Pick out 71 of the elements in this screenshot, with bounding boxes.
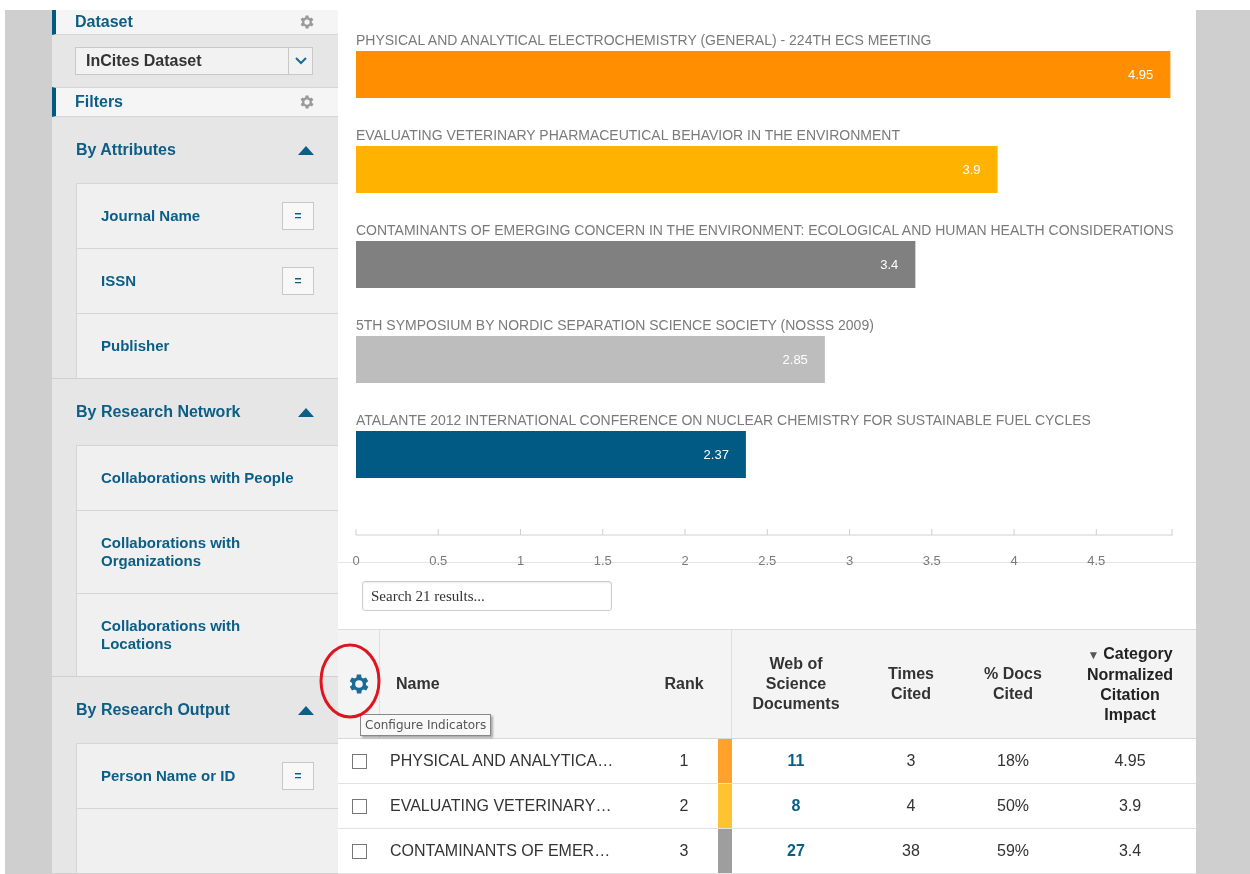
bar-value: 3.4 — [880, 257, 899, 272]
filter-group-header[interactable]: By Research Network — [52, 379, 338, 445]
operator-button[interactable]: = — [282, 202, 314, 230]
settings-icon[interactable] — [298, 92, 316, 111]
filter-item[interactable]: ISSN = — [77, 248, 338, 313]
table-cell-text: 50% — [997, 796, 1029, 816]
tick-label: 3.5 — [922, 553, 941, 568]
tick-label: 4.5 — [1087, 553, 1106, 568]
bar-label: PHYSICAL AND ANALYTICAL ELECTROCHEMISTRY (GENERAL) - 224TH ECS MEETING — [356, 32, 932, 48]
chevron-down-icon — [294, 56, 307, 65]
column-header[interactable]: Web of Science Documents — [751, 654, 841, 714]
tick-label: 0 — [352, 553, 360, 568]
section-title: Filters — [75, 91, 123, 112]
tick-label: 3 — [845, 553, 854, 568]
tick-label: 4 — [1010, 553, 1018, 568]
table-cell-text: 2 — [679, 796, 689, 816]
bar-value: 3.9 — [962, 162, 981, 177]
column-header[interactable]: Times Cited — [881, 664, 941, 704]
table-link[interactable]: 11 — [787, 749, 805, 773]
tick-label: 2.5 — [758, 553, 777, 568]
tooltip: Configure Indicators — [360, 714, 492, 736]
table-cell-text: 3 — [679, 841, 689, 861]
bar-value: 2.85 — [782, 352, 808, 367]
column-header[interactable]: % Docs Cited — [978, 664, 1048, 704]
table-cell-text: 4 — [906, 796, 916, 816]
tick-label: 2 — [681, 553, 689, 568]
table-link[interactable]: 8 — [791, 794, 801, 818]
column-header[interactable]: Rank — [664, 674, 704, 694]
bar-value: 4.95 — [1128, 67, 1154, 82]
row-checkbox[interactable] — [351, 753, 367, 769]
filter-item[interactable]: Collaborations with People — [77, 445, 338, 510]
table-cell-text: PHYSICAL AND ANALYTICA… — [390, 751, 614, 771]
operator-button[interactable]: = — [282, 267, 314, 295]
operator-button[interactable]: = — [282, 762, 314, 790]
table-cell-text: 3.9 — [1118, 796, 1142, 816]
search-field[interactable]: Search 21 results... — [362, 581, 612, 612]
bar-label: ATALANTE 2012 INTERNATIONAL CONFERENCE ON NUCLEAR CHEMISTRY FOR SUSTAINABLE FUEL CYCLES — [356, 412, 1091, 428]
filter-group-header[interactable]: By Research Output — [52, 677, 338, 743]
table-cell-text: CONTAMINANTS OF EMER… — [390, 841, 611, 861]
bar-value: 2.37 — [703, 447, 729, 462]
column-header[interactable]: Name — [396, 674, 440, 694]
filter-item[interactable]: Journal Name = — [77, 183, 338, 248]
caret-up-icon — [298, 145, 314, 155]
table-cell-text: 18% — [997, 751, 1029, 771]
table-cell-text: 3 — [906, 751, 916, 771]
table-cell-text: EVALUATING VETERINARY… — [390, 796, 612, 816]
tick-label: 0.5 — [429, 553, 448, 568]
row-checkbox[interactable] — [351, 798, 367, 814]
section-title: Dataset — [75, 12, 133, 32]
filter-item[interactable]: Collaborations with Locations — [77, 593, 338, 676]
caret-up-icon — [298, 407, 314, 417]
table-link[interactable]: 27 — [787, 839, 805, 863]
tick-label: 1 — [516, 553, 525, 568]
table-cell-text: 59% — [997, 841, 1029, 861]
filter-item[interactable]: Collaborations with Organizations — [77, 510, 338, 593]
row-checkbox[interactable] — [351, 843, 367, 859]
table-cell-text: 3.4 — [1118, 841, 1142, 861]
column-header[interactable]: ▼ Category Normalized Citation Impact — [1080, 643, 1180, 725]
table-cell-text: 4.95 — [1114, 751, 1146, 771]
settings-icon[interactable] — [298, 13, 316, 31]
caret-up-icon — [298, 705, 314, 715]
filter-group-header[interactable]: By Attributes — [52, 117, 338, 183]
filter-item[interactable]: Publisher — [77, 313, 338, 378]
table-cell-text: 1 — [679, 751, 689, 771]
bar-label: 5TH SYMPOSIUM BY NORDIC SEPARATION SCIENCE SOCIETY (NOSSS 2009) — [356, 317, 874, 333]
bar-label: EVALUATING VETERINARY PHARMACEUTICAL BEHAVIOR IN THE ENVIRONMENT — [356, 127, 901, 143]
dataset-select[interactable]: InCites Dataset — [75, 46, 313, 75]
table-cell-text: 38 — [902, 841, 920, 861]
bar-label: CONTAMINANTS OF EMERGING CONCERN IN THE ENVIRONMENT: ECOLOGICAL AND HUMAN HEALTH CONSIDERATIONS — [356, 222, 1174, 238]
filter-item[interactable]: Person Name or ID = — [77, 743, 338, 808]
tick-label: 1.5 — [593, 553, 612, 568]
